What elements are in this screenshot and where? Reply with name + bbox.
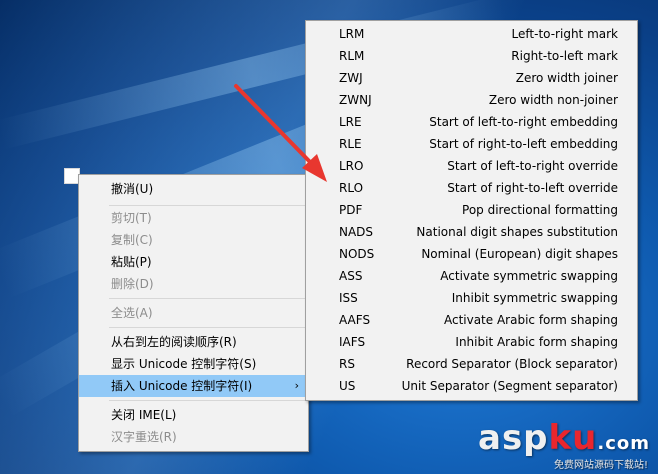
- control-code: LRM: [339, 27, 365, 41]
- control-code: LRO: [339, 159, 364, 173]
- menu-item-insert-unicode-control[interactable]: 插入 Unicode 控制字符(I) ›: [79, 375, 308, 397]
- control-description: Pop directional formatting: [462, 203, 618, 217]
- context-menu: 撤消(U) 剪切(T) 复制(C) 粘贴(P) 删除(D) 全选(A) 从右到左…: [78, 174, 309, 452]
- submenu-item-ass[interactable]: ASS Activate symmetric swapping: [306, 265, 637, 287]
- menu-separator: [109, 205, 306, 206]
- chevron-right-icon: ›: [294, 379, 299, 392]
- unicode-control-submenu: LRM Left-to-right mark RLM Right-to-left m…: [305, 20, 638, 401]
- control-description: Inhibit Arabic form shaping: [455, 335, 618, 349]
- menu-item-cut: 剪切(T): [111, 211, 152, 225]
- menu-item-delete: 删除(D): [111, 277, 154, 291]
- control-code: ZWJ: [339, 71, 363, 85]
- control-description: Left-to-right mark: [511, 27, 618, 41]
- control-description: Zero width joiner: [515, 71, 618, 85]
- submenu-item-aafs[interactable]: AAFS Activate Arabic form shaping: [306, 309, 637, 331]
- menu-item-undo[interactable]: 撤消(U): [79, 178, 308, 200]
- control-code: PDF: [339, 203, 363, 217]
- menu-item-copy: 复制(C): [111, 233, 153, 247]
- control-code: IAFS: [339, 335, 366, 349]
- menu-item-close-ime[interactable]: 关闭 IME(L): [79, 404, 308, 426]
- control-code: ASS: [339, 269, 363, 283]
- control-code: US: [339, 379, 356, 393]
- submenu-item-lro[interactable]: LRO Start of left-to-right override: [306, 155, 637, 177]
- control-description: Right-to-left mark: [511, 49, 618, 63]
- control-description: Activate Arabic form shaping: [443, 313, 618, 327]
- control-description: Start of right-to-left embedding: [429, 137, 618, 151]
- submenu-item-nods[interactable]: NODS Nominal (European) digit shapes: [306, 243, 637, 265]
- submenu-item-pdf[interactable]: PDF Pop directional formatting: [306, 199, 637, 221]
- menu-item-label: 插入 Unicode 控制字符(I): [111, 379, 253, 393]
- submenu-item-rlm[interactable]: RLM Right-to-left mark: [306, 45, 637, 67]
- control-description: Start of left-to-right embedding: [429, 115, 618, 129]
- submenu-item-iafs[interactable]: IAFS Inhibit Arabic form shaping: [306, 331, 637, 353]
- menu-separator: [109, 400, 306, 401]
- watermark-tagline: 免费网站源码下载站!: [553, 460, 648, 471]
- menu-item-rtl-reading-order[interactable]: 从右到左的阅读顺序(R): [79, 331, 308, 353]
- control-code: NODS: [339, 247, 375, 261]
- control-description: Nominal (European) digit shapes: [421, 247, 618, 261]
- control-description: Start of right-to-left override: [447, 181, 618, 195]
- control-description: Activate symmetric swapping: [440, 269, 618, 283]
- menu-item-select-all: 全选(A): [111, 306, 153, 320]
- submenu-item-rs[interactable]: RS Record Separator (Block separator): [306, 353, 637, 375]
- control-code: LRE: [339, 115, 362, 129]
- submenu-item-zwnj[interactable]: ZWNJ Zero width non-joiner: [306, 89, 637, 111]
- submenu-item-lre[interactable]: LRE Start of left-to-right embedding: [306, 111, 637, 133]
- control-description: Unit Separator (Segment separator): [401, 379, 618, 393]
- control-description: Zero width non-joiner: [488, 93, 618, 107]
- control-code: RLO: [339, 181, 364, 195]
- menu-item-show-unicode-control[interactable]: 显示 Unicode 控制字符(S): [79, 353, 308, 375]
- control-code: NADS: [339, 225, 374, 239]
- control-description: National digit shapes substitution: [416, 225, 618, 239]
- control-code: RLM: [339, 49, 365, 63]
- submenu-item-iss[interactable]: ISS Inhibit symmetric swapping: [306, 287, 637, 309]
- control-code: ISS: [339, 291, 358, 305]
- control-code: RS: [339, 357, 355, 371]
- submenu-item-lrm[interactable]: LRM Left-to-right mark: [306, 23, 637, 45]
- submenu-item-rle[interactable]: RLE Start of right-to-left embedding: [306, 133, 637, 155]
- menu-item-paste[interactable]: 粘贴(P): [79, 251, 308, 273]
- submenu-item-nads[interactable]: NADS National digit shapes substitution: [306, 221, 637, 243]
- menu-item-reconvert: 汉字重选(R): [111, 430, 177, 444]
- submenu-item-zwj[interactable]: ZWJ Zero width joiner: [306, 67, 637, 89]
- control-code: AAFS: [339, 313, 371, 327]
- menu-separator: [109, 298, 306, 299]
- control-code: ZWNJ: [339, 93, 372, 107]
- control-description: Inhibit symmetric swapping: [451, 291, 618, 305]
- control-description: Record Separator (Block separator): [406, 357, 618, 371]
- submenu-item-us[interactable]: US Unit Separator (Segment separator): [306, 375, 637, 397]
- control-description: Start of left-to-right override: [447, 159, 618, 173]
- submenu-item-rlo[interactable]: RLO Start of right-to-left override: [306, 177, 637, 199]
- menu-separator: [109, 327, 306, 328]
- control-code: RLE: [339, 137, 362, 151]
